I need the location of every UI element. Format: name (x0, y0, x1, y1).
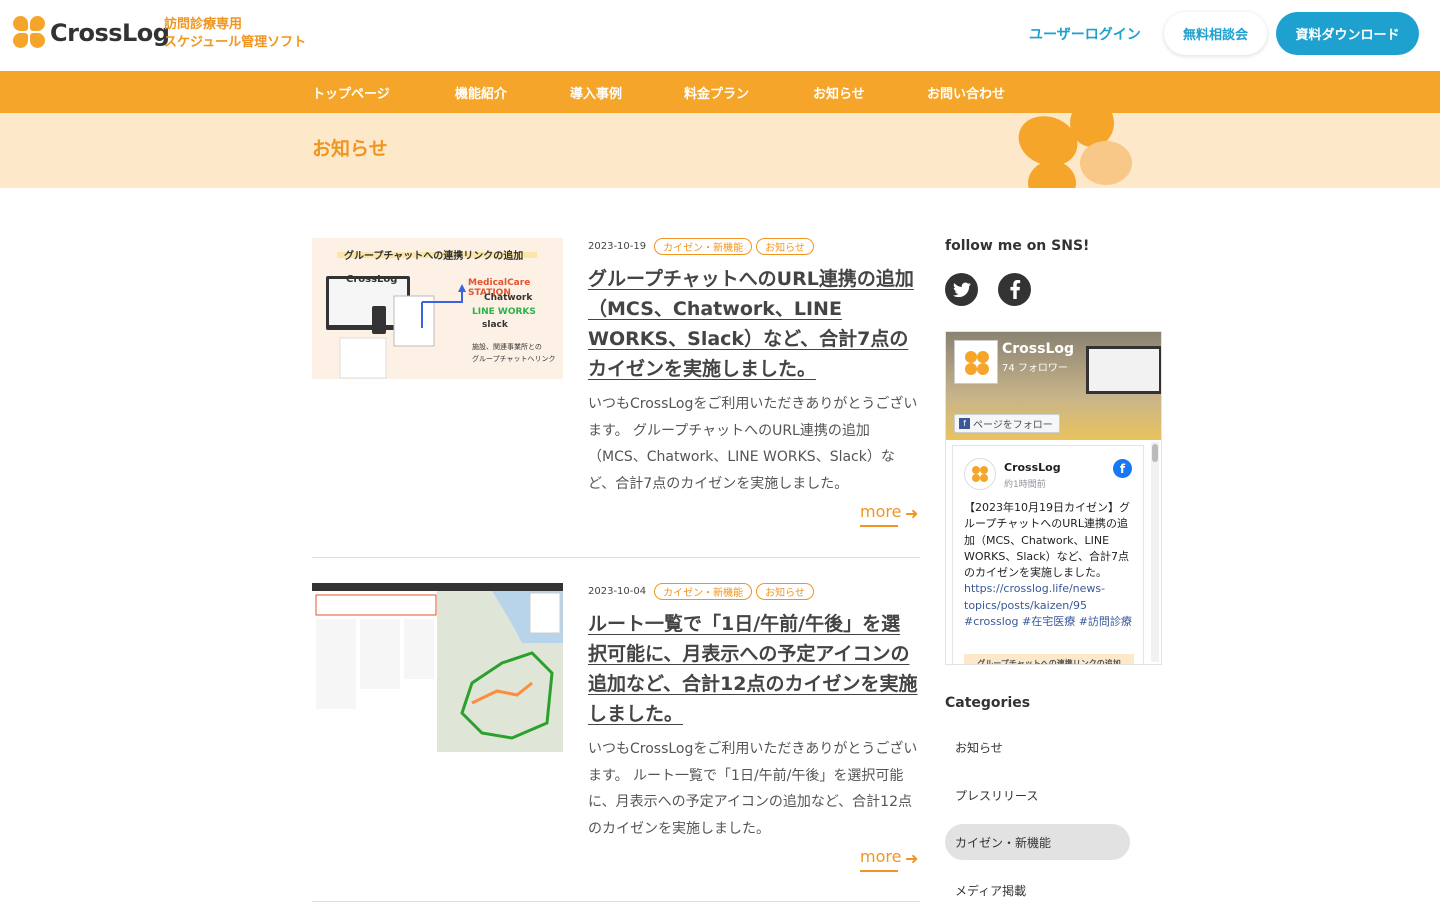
fb-post-text: 【2023年10月19日カイゼン】グループチャットへのURL連携の追加（MCS、… (964, 501, 1130, 580)
article-tag[interactable]: カイゼン・新機能 (654, 583, 753, 600)
site-logo[interactable]: CrossLog (13, 16, 170, 49)
user-login-link[interactable]: ユーザーログイン (1029, 24, 1141, 44)
facebook-small-icon: f (959, 418, 970, 429)
site-tagline: 訪問診療専用 スケジュール管理ソフト (164, 16, 306, 52)
main-nav: トップページ 機能紹介 導入事例 料金プラン お知らせ お問い合わせ (0, 71, 1440, 113)
more-link[interactable]: more (860, 847, 901, 872)
article-tag[interactable]: お知らせ (756, 238, 814, 255)
arrow-right-icon[interactable]: ➜ (905, 849, 918, 868)
download-materials-button[interactable]: 資料ダウンロード (1276, 12, 1419, 55)
article-date: 2023-10-19 (588, 241, 647, 252)
facebook-badge-icon[interactable]: f (1113, 459, 1132, 478)
category-item-news[interactable]: お知らせ (945, 729, 1130, 765)
route-map-thumbnail-image (312, 583, 563, 752)
fb-followers-count: 74 フォロワー (1002, 363, 1068, 374)
fb-post-body: 【2023年10月19日カイゼン】グループチャットへのURL連携の追加（MCS、… (964, 500, 1136, 630)
free-consultation-button[interactable]: 無料相談会 (1164, 12, 1267, 55)
page-title: お知らせ (312, 138, 388, 160)
article-excerpt: いつもCrossLogをご利用いただきありがとうございます。 ルート一覧で「1日… (588, 741, 918, 837)
fb-post-hashtags[interactable]: #crosslog #在宅医療 #訪問診療 (964, 615, 1132, 628)
fb-follow-button[interactable]: f ページをフォロー (954, 414, 1060, 433)
thumb-service-lineworks: LINE WORKS (472, 307, 536, 317)
thumb-heading: グループチャットへの連携リンクの追加 (344, 251, 524, 262)
nav-item-cases[interactable]: 導入事例 (570, 83, 622, 102)
page-banner: お知らせ (0, 113, 1440, 188)
facebook-icon[interactable] (998, 273, 1031, 306)
logo-mark-icon (13, 16, 46, 49)
logo-text: CrossLog (50, 18, 170, 47)
article-thumbnail[interactable] (312, 583, 563, 752)
article-meta: 2023-10-04 カイゼン・新機能 お知らせ (588, 583, 818, 600)
article-date: 2023-10-04 (588, 586, 647, 597)
arrow-right-icon[interactable]: ➜ (905, 504, 918, 523)
fb-scroll-thumb[interactable] (1152, 444, 1158, 462)
thumb-caption-1: 施設、関連事業所との (472, 343, 542, 351)
thumb-service-chatwork: Chatwork (484, 293, 533, 303)
thumb-service-slack: slack (482, 320, 508, 330)
category-item-media[interactable]: メディア掲載 (945, 872, 1130, 908)
fb-follow-label: ページをフォロー (973, 420, 1053, 431)
fb-post-image[interactable]: グループチャットへの連携リンクの追加 (964, 654, 1134, 664)
article-tag[interactable]: お知らせ (756, 583, 814, 600)
fb-page-name[interactable]: CrossLog (1002, 341, 1074, 357)
category-item-press[interactable]: プレスリリース (945, 777, 1130, 813)
fb-post-author[interactable]: CrossLog (1004, 461, 1061, 474)
fb-cover-monitor (1086, 346, 1161, 394)
nav-item-pricing[interactable]: 料金プラン (684, 83, 749, 102)
twitter-icon[interactable] (945, 273, 978, 306)
fb-post-card: CrossLog 約1時間前 f 【2023年10月19日カイゼン】グループチャ… (952, 445, 1144, 664)
tagline-line-1: 訪問診療専用 (164, 17, 243, 32)
article-excerpt: いつもCrossLogをご利用いただきありがとうございます。 グループチャットへ… (588, 396, 918, 492)
more-link[interactable]: more (860, 502, 901, 527)
categories-heading: Categories (945, 695, 1031, 711)
site-header: CrossLog 訪問診療専用 スケジュール管理ソフト ユーザーログイン 無料相… (0, 0, 1440, 71)
article-title-link[interactable]: グループチャットへのURL連携の追加（MCS、Chatwork、LINE WOR… (588, 264, 918, 384)
clover-decoration-icon (1018, 113, 1132, 188)
article-divider (312, 901, 920, 902)
fb-post-avatar[interactable] (964, 458, 996, 490)
article-item: 2023-10-04 カイゼン・新機能 お知らせ ルート一覧で「1日/午前/午後… (312, 583, 920, 901)
category-item-kaizen[interactable]: カイゼン・新機能 (945, 824, 1130, 860)
facebook-page-widget: CrossLog 74 フォロワー f ページをフォロー CrossLog 約1… (945, 331, 1162, 665)
nav-item-features[interactable]: 機能紹介 (455, 83, 507, 102)
fb-post-time[interactable]: 約1時間前 (1004, 477, 1046, 490)
nav-item-top[interactable]: トップページ (312, 83, 390, 102)
sns-heading: follow me on SNS! (945, 238, 1090, 254)
article-tag[interactable]: カイゼン・新機能 (654, 238, 753, 255)
article-thumbnail[interactable]: グループチャットへの連携リンクの追加 CrossLog MedicalCare … (312, 238, 563, 379)
tagline-line-2: スケジュール管理ソフト (164, 35, 307, 50)
nav-item-news[interactable]: お知らせ (813, 83, 865, 102)
thumb-caption-2: グループチャットへリンク (472, 355, 556, 363)
thumb-brand: CrossLog (346, 274, 398, 285)
fb-cover-image[interactable]: CrossLog 74 フォロワー f ページをフォロー (946, 332, 1161, 440)
fb-page-logo[interactable] (954, 340, 998, 384)
article-meta: 2023-10-19 カイゼン・新機能 お知らせ (588, 238, 818, 255)
article-item: グループチャットへの連携リンクの追加 CrossLog MedicalCare … (312, 238, 920, 558)
fb-post-link[interactable]: https://crosslog.life/news-topics/posts/… (964, 582, 1105, 611)
fb-scrollbar[interactable] (1151, 442, 1159, 662)
article-divider (312, 557, 920, 558)
article-title-link[interactable]: ルート一覧で「1日/午前/午後」を選択可能に、月表示への予定アイコンの追加など、… (588, 609, 918, 729)
nav-item-contact[interactable]: お問い合わせ (927, 83, 1005, 102)
